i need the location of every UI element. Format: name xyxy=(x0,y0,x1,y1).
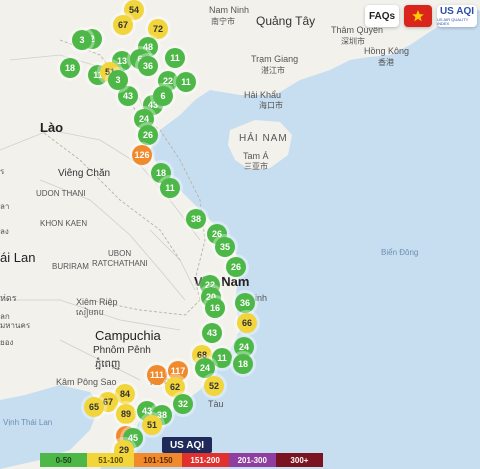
aqi-marker[interactable]: 65 xyxy=(84,397,104,417)
aqi-marker[interactable]: 84 xyxy=(115,384,135,404)
label-ratchathani: RATCHATHANI xyxy=(92,259,148,268)
us-aqi-button-label: US AQI xyxy=(439,5,475,17)
label-buriram: BURIRAM xyxy=(52,262,89,271)
vietnam-flag-icon[interactable] xyxy=(404,5,432,27)
label-thai-script-6: ลา xyxy=(0,202,10,211)
legend-level: 300+ xyxy=(275,453,324,467)
legend-level: 51-100 xyxy=(87,453,135,467)
aqi-marker[interactable]: 18 xyxy=(60,58,80,78)
aqi-marker[interactable]: 24 xyxy=(195,358,215,378)
aqi-marker[interactable]: 72 xyxy=(148,19,168,39)
label-udon-thani: UDON THANI xyxy=(36,189,86,198)
label-quang-tay: Quảng Tây xyxy=(256,14,316,28)
label-binh: inh xyxy=(255,293,268,303)
label-hai-khau-local: 海口市 xyxy=(259,101,283,110)
label-phnom-penh-local: ភ្នំពេញ xyxy=(95,359,121,370)
aqi-marker[interactable]: 11 xyxy=(160,178,180,198)
aqi-marker[interactable]: 52 xyxy=(204,376,224,396)
aqi-marker[interactable]: 89 xyxy=(116,404,136,424)
legend-level: 101-150 xyxy=(134,453,182,467)
label-thai-script-5: ร xyxy=(0,167,5,176)
label-hai-khau: Hải Khẩu xyxy=(244,90,282,100)
label-ubon: UBON xyxy=(108,249,132,258)
label-khon-kaen: KHON KAEN xyxy=(40,219,88,228)
label-thai-script-1: ห่ดร xyxy=(0,293,17,303)
label-bien-dong: Biển Đông xyxy=(381,248,419,257)
label-nam-ninh-local: 南宁市 xyxy=(211,17,235,26)
aqi-marker[interactable]: 43 xyxy=(202,323,222,343)
aqi-marker[interactable]: 126 xyxy=(132,145,152,165)
label-vung-tau: Tàu xyxy=(208,399,224,409)
aqi-marker[interactable]: 36 xyxy=(138,56,158,76)
aqi-marker[interactable]: 66 xyxy=(237,313,257,333)
faqs-button[interactable]: FAQs xyxy=(365,5,399,27)
legend-level: 151-200 xyxy=(181,453,229,467)
label-campuchia: Campuchia xyxy=(95,328,161,343)
label-thai-script-3: มหานคร xyxy=(0,321,31,330)
label-tham-quyen-local: 深圳市 xyxy=(341,37,365,46)
legend-level: 0-50 xyxy=(40,453,88,467)
label-lao: Lào xyxy=(40,120,64,135)
aqi-marker[interactable]: 26 xyxy=(226,257,246,277)
aqi-marker[interactable]: 26 xyxy=(138,125,158,145)
aqi-marker[interactable]: 111 xyxy=(147,365,167,385)
aqi-marker[interactable]: 11 xyxy=(212,348,232,368)
label-xiem-riep-local: សៀមរាប xyxy=(76,308,104,317)
us-aqi-button[interactable]: US AQI US AIR QUALITY INDEX xyxy=(437,5,477,27)
label-nam-ninh: Nam Ninh xyxy=(209,5,250,15)
aqi-marker[interactable]: 3 xyxy=(108,70,128,90)
legend-title: US AQI xyxy=(162,437,212,453)
aqi-marker[interactable]: 3 xyxy=(72,30,92,50)
aqi-marker[interactable]: 36 xyxy=(235,293,255,313)
aqi-marker[interactable]: 32 xyxy=(173,394,193,414)
label-hong-kong-local: 香港 xyxy=(378,58,394,67)
label-vinh-thai-lan: Vịnh Thái Lan xyxy=(3,418,53,427)
aqi-marker[interactable]: 38 xyxy=(186,209,206,229)
aqi-marker[interactable]: 35 xyxy=(215,237,235,257)
aqi-marker[interactable]: 51 xyxy=(142,415,162,435)
label-thai-script-7: ลง xyxy=(0,227,9,236)
label-tram-giang-local: 湛江市 xyxy=(261,66,285,75)
label-tam-a: Tam Á xyxy=(243,151,269,161)
label-hong-kong: Hồng Kông xyxy=(364,46,410,56)
label-xiem-riep: Xiêm Riệp xyxy=(76,297,118,307)
label-phnom-penh: Phnôm Pênh xyxy=(93,345,151,356)
us-aqi-button-sublabel: US AIR QUALITY INDEX xyxy=(437,16,469,26)
label-vieng-chan: Viêng Chăn xyxy=(58,168,111,179)
aqi-marker[interactable]: 18 xyxy=(233,354,253,374)
star-icon xyxy=(412,10,424,22)
aqi-marker[interactable]: 11 xyxy=(165,48,185,68)
label-tram-giang: Trạm Giang xyxy=(251,54,299,64)
label-thai-script-4: ยอง xyxy=(0,338,14,347)
label-kampong-sao: Kâm Pông Sao xyxy=(56,377,117,387)
aqi-marker[interactable]: 6 xyxy=(153,86,173,106)
label-tam-a-local: 三亚市 xyxy=(244,162,268,171)
legend-level: 201-300 xyxy=(228,453,276,467)
label-hai-nam: HẢI NAM xyxy=(239,133,288,144)
aqi-legend: 0-50 51-100 101-150 151-200 201-300 300+ xyxy=(40,453,324,467)
aqi-marker[interactable]: 16 xyxy=(205,298,225,318)
label-thai-lan: ái Lan xyxy=(0,250,36,265)
aqi-marker[interactable]: 67 xyxy=(113,15,133,35)
aqi-marker[interactable]: 11 xyxy=(176,72,196,92)
